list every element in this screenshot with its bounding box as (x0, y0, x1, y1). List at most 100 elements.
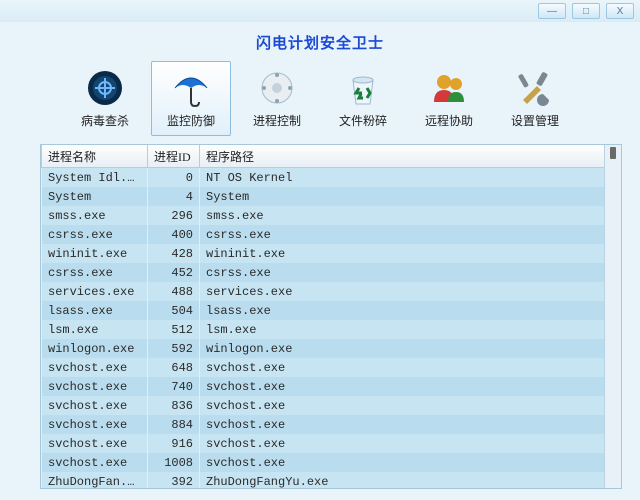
toolbar-label: 远程协助 (412, 112, 486, 129)
tools-icon (513, 66, 557, 110)
cell-pid: 740 (148, 377, 200, 396)
table-row[interactable]: svchost.exe740svchost.exe (42, 377, 605, 396)
cell-path: smss.exe (200, 206, 605, 225)
cell-name: svchost.exe (42, 415, 148, 434)
cell-path: svchost.exe (200, 453, 605, 472)
table-row[interactable]: System4System (42, 187, 605, 206)
table-row[interactable]: svchost.exe648svchost.exe (42, 358, 605, 377)
table-row[interactable]: svchost.exe1008svchost.exe (42, 453, 605, 472)
maximize-button[interactable]: □ (572, 3, 600, 19)
umbrella-icon (169, 66, 213, 110)
table-row[interactable]: svchost.exe884svchost.exe (42, 415, 605, 434)
col-header-path[interactable]: 程序路径 (200, 145, 605, 168)
gear-disc-icon (255, 66, 299, 110)
cell-pid: 4 (148, 187, 200, 206)
cell-name: lsass.exe (42, 301, 148, 320)
toolbar-label: 设置管理 (498, 112, 572, 129)
toolbar-item-virus-scan[interactable]: 病毒查杀 (65, 61, 145, 136)
cell-pid: 428 (148, 244, 200, 263)
table-row[interactable]: csrss.exe400csrss.exe (42, 225, 605, 244)
cell-pid: 452 (148, 263, 200, 282)
cell-name: svchost.exe (42, 377, 148, 396)
cell-pid: 400 (148, 225, 200, 244)
table-row[interactable]: svchost.exe836svchost.exe (42, 396, 605, 415)
cell-path: services.exe (200, 282, 605, 301)
recycle-bin-icon (341, 66, 385, 110)
people-icon (427, 66, 471, 110)
cell-name: csrss.exe (42, 225, 148, 244)
cell-name: services.exe (42, 282, 148, 301)
cell-name: svchost.exe (42, 396, 148, 415)
cell-path: svchost.exe (200, 415, 605, 434)
col-header-pid[interactable]: 进程ID (148, 145, 200, 168)
table-row[interactable]: csrss.exe452csrss.exe (42, 263, 605, 282)
cell-path: ZhuDongFangYu.exe (200, 472, 605, 488)
cell-name: ZhuDongFan... (42, 472, 148, 488)
table-row[interactable]: smss.exe296smss.exe (42, 206, 605, 225)
cell-name: csrss.exe (42, 263, 148, 282)
table-row[interactable]: lsass.exe504lsass.exe (42, 301, 605, 320)
table-row[interactable]: ZhuDongFan...392ZhuDongFangYu.exe (42, 472, 605, 488)
cell-path: csrss.exe (200, 225, 605, 244)
cell-pid: 1008 (148, 453, 200, 472)
table-row[interactable]: lsm.exe512lsm.exe (42, 320, 605, 339)
cell-name: svchost.exe (42, 434, 148, 453)
cell-name: lsm.exe (42, 320, 148, 339)
toolbar: 病毒查杀监控防御进程控制文件粉碎远程协助设置管理 (0, 59, 640, 144)
cell-path: svchost.exe (200, 434, 605, 453)
close-button[interactable]: X (606, 3, 634, 19)
cell-pid: 648 (148, 358, 200, 377)
table-row[interactable]: winlogon.exe592winlogon.exe (42, 339, 605, 358)
scrollbar-thumb[interactable] (610, 147, 616, 159)
toolbar-label: 监控防御 (154, 112, 228, 129)
table-row[interactable]: System Idl...0NT OS Kernel (42, 168, 605, 188)
cell-pid: 0 (148, 168, 200, 188)
toolbar-item-remote-help[interactable]: 远程协助 (409, 61, 489, 136)
cell-pid: 916 (148, 434, 200, 453)
cell-path: NT OS Kernel (200, 168, 605, 188)
col-header-name[interactable]: 进程名称 (42, 145, 148, 168)
table-wrap: 进程名称 进程ID 程序路径 System Idl...0NT OS Kerne… (41, 145, 605, 488)
minimize-button[interactable]: — (538, 3, 566, 19)
cell-pid: 836 (148, 396, 200, 415)
table-row[interactable]: wininit.exe428wininit.exe (42, 244, 605, 263)
cell-path: System (200, 187, 605, 206)
process-panel: 进程名称 进程ID 程序路径 System Idl...0NT OS Kerne… (40, 144, 622, 489)
toolbar-label: 进程控制 (240, 112, 314, 129)
vertical-scrollbar[interactable] (604, 145, 621, 488)
shield-target-icon (83, 66, 127, 110)
cell-pid: 296 (148, 206, 200, 225)
cell-pid: 512 (148, 320, 200, 339)
table-header-row: 进程名称 进程ID 程序路径 (42, 145, 605, 168)
cell-name: svchost.exe (42, 358, 148, 377)
cell-name: System (42, 187, 148, 206)
toolbar-item-monitor[interactable]: 监控防御 (151, 61, 231, 136)
cell-path: svchost.exe (200, 358, 605, 377)
cell-pid: 504 (148, 301, 200, 320)
titlebar: — □ X (0, 0, 640, 22)
cell-pid: 488 (148, 282, 200, 301)
toolbar-item-settings[interactable]: 设置管理 (495, 61, 575, 136)
cell-name: winlogon.exe (42, 339, 148, 358)
cell-pid: 392 (148, 472, 200, 488)
cell-path: winlogon.exe (200, 339, 605, 358)
cell-path: csrss.exe (200, 263, 605, 282)
toolbar-label: 病毒查杀 (68, 112, 142, 129)
toolbar-item-process-ctrl[interactable]: 进程控制 (237, 61, 317, 136)
cell-path: svchost.exe (200, 377, 605, 396)
cell-name: wininit.exe (42, 244, 148, 263)
cell-path: svchost.exe (200, 396, 605, 415)
app-title: 闪电计划安全卫士 (0, 22, 640, 59)
cell-pid: 884 (148, 415, 200, 434)
cell-name: smss.exe (42, 206, 148, 225)
cell-path: wininit.exe (200, 244, 605, 263)
process-table: 进程名称 进程ID 程序路径 System Idl...0NT OS Kerne… (41, 145, 605, 488)
cell-pid: 592 (148, 339, 200, 358)
table-row[interactable]: services.exe488services.exe (42, 282, 605, 301)
cell-path: lsm.exe (200, 320, 605, 339)
cell-path: lsass.exe (200, 301, 605, 320)
cell-name: System Idl... (42, 168, 148, 188)
cell-name: svchost.exe (42, 453, 148, 472)
table-row[interactable]: svchost.exe916svchost.exe (42, 434, 605, 453)
toolbar-item-file-shred[interactable]: 文件粉碎 (323, 61, 403, 136)
